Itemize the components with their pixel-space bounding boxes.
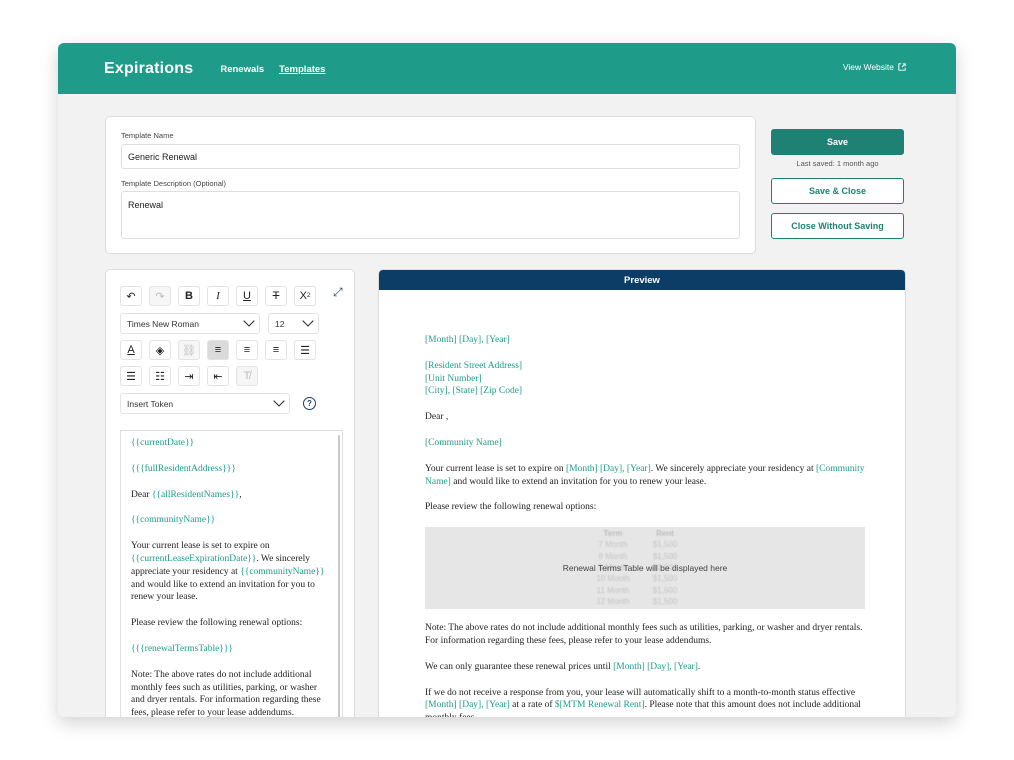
insert-token-label: Insert Token <box>127 398 174 409</box>
template-name-input[interactable]: Generic Renewal <box>121 144 740 169</box>
align-justify-icon[interactable]: ☰ <box>294 340 316 360</box>
chevron-down-icon <box>273 395 285 407</box>
font-family-select[interactable]: Times New Roman <box>120 313 260 334</box>
font-size-select[interactable]: 12 <box>268 313 319 334</box>
table-row: 8 Month $1,500 <box>598 551 678 561</box>
align-right-icon[interactable]: ≡ <box>265 340 287 360</box>
preview-text: . <box>697 661 701 672</box>
preview-text: and would like to extend an invitation f… <box>450 476 707 487</box>
expand-icon[interactable]: ⤢ <box>333 285 343 300</box>
token: {{communityName}} <box>131 515 216 526</box>
preview-content: [Month] [Day], [Year] [Resident Street A… <box>425 334 865 717</box>
view-website-link[interactable]: View Website <box>843 62 906 72</box>
top-bar: Expirations Renewals Templates View Webs… <box>58 43 956 94</box>
placeholder: [Month] [Day], [Year] <box>565 463 651 474</box>
indent-icon[interactable]: ⇥ <box>178 366 200 386</box>
nav-renewals[interactable]: Renewals <box>220 64 264 75</box>
token: {{allResidentNames}} <box>151 489 240 500</box>
editor-scrollbar[interactable] <box>338 435 340 717</box>
preview-text: at a rate of <box>509 700 555 711</box>
bullet-list-icon[interactable]: ☰ <box>120 366 142 386</box>
renewal-terms-placeholder: Term Rent 7 Month $1,500 8 Month $1,500 9 M… <box>425 527 865 610</box>
italic-icon[interactable]: I <box>207 286 229 306</box>
underline-icon[interactable]: U <box>236 286 258 306</box>
preview-text: Note: The above rates do not include add… <box>425 623 863 646</box>
placeholder: [Community Name] <box>425 437 502 448</box>
strikethrough-icon[interactable]: T <box>265 286 287 306</box>
save-button[interactable]: Save <box>771 129 904 155</box>
template-description-label: Template Description (Optional) <box>121 179 227 188</box>
insert-token-select[interactable]: Insert Token <box>120 393 290 414</box>
redo-icon[interactable]: ↷ <box>149 286 171 306</box>
token: {{currentLeaseExpirationDate}} <box>131 553 257 564</box>
placeholder: [Unit Number] <box>425 373 482 384</box>
editor-text: Note: The above rates do not include add… <box>131 669 321 717</box>
preview-text: Your current lease is set to expire on <box>425 463 566 474</box>
table-row: 7 Month $1,500 <box>598 540 678 550</box>
outdent-icon[interactable]: ⇤ <box>207 366 229 386</box>
placeholder: [Month] [Day], [Year] <box>425 700 510 711</box>
editor-text: and would like to extend an invitation f… <box>131 579 315 603</box>
chevron-down-icon <box>243 315 255 327</box>
app-window: Expirations Renewals Templates View Webs… <box>58 43 956 717</box>
preview-title: Preview <box>379 270 905 290</box>
external-link-icon <box>898 63 906 71</box>
chevron-down-icon <box>302 315 314 327</box>
preview-text: Please review the following renewal opti… <box>425 502 597 513</box>
view-website-label: View Website <box>842 62 894 72</box>
table-row: 10 Month $1,500 <box>596 574 678 584</box>
editor-text: , <box>239 489 242 500</box>
token: {{{fullResidentAddress}}} <box>131 463 236 474</box>
numbered-list-icon[interactable]: ☷ <box>149 366 171 386</box>
font-family-value: Times New Roman <box>127 318 199 329</box>
clear-format-icon[interactable]: T̸ <box>236 366 258 386</box>
template-name-label: Template Name <box>121 131 174 140</box>
editor-text: Dear <box>131 489 152 500</box>
placeholder: [Month] [Day], [Year] <box>613 661 698 672</box>
table-overlay-text: Renewal Terms Table will be displayed he… <box>562 563 728 574</box>
table-header-term: Term <box>603 529 623 539</box>
help-icon[interactable]: ? <box>303 397 316 410</box>
placeholder: [City], [State] [Zip Code] <box>425 386 523 397</box>
editor-content[interactable]: {{currentDate}} {{{fullResidentAddress}}… <box>120 430 343 717</box>
save-and-close-button[interactable]: Save & Close <box>771 178 904 204</box>
token: {{currentDate}} <box>131 438 195 448</box>
align-center-icon[interactable]: ≡ <box>236 340 258 360</box>
template-details-card: Template Name Generic Renewal Template D… <box>105 116 756 254</box>
editor-panel: ↶ ↷ B I U T X2 ⤢ Times New Roman 12 A ◈ … <box>105 269 355 717</box>
link-icon[interactable]: ⛓ <box>178 340 200 360</box>
close-without-saving-button[interactable]: Close Without Saving <box>771 213 904 239</box>
preview-text: If we do not receive a response from you… <box>425 687 856 698</box>
table-row: 12 Month $1,500 <box>596 596 678 606</box>
align-left-icon[interactable]: ≡ <box>207 340 229 360</box>
nav-templates[interactable]: Templates <box>279 64 325 75</box>
highlight-icon[interactable]: ◈ <box>149 340 171 360</box>
placeholder: [Resident Street Address] <box>425 360 523 371</box>
main-nav: Renewals Templates <box>220 64 325 75</box>
table-header-rent: Rent <box>656 529 674 539</box>
placeholder: [Month] [Day], [Year] <box>425 335 510 345</box>
token: {{communityName}} <box>240 566 325 577</box>
preview-panel: Preview [Month] [Day], [Year] [Resident … <box>378 269 906 717</box>
placeholder: $[MTM Renewal Rent] <box>554 700 645 711</box>
bold-icon[interactable]: B <box>178 286 200 306</box>
editor-text: Your current lease is set to expire on <box>131 541 270 552</box>
undo-icon[interactable]: ↶ <box>120 286 142 306</box>
token: {{{renewalTermsTable}}} <box>131 643 233 654</box>
table-row: 11 Month $1,500 <box>596 585 678 595</box>
template-description-input[interactable]: Renewal <box>121 191 740 239</box>
text-color-icon[interactable]: A <box>120 340 142 360</box>
preview-text: . We sincerely appreciate your residency… <box>650 463 816 474</box>
preview-text: We can only guarantee these renewal pric… <box>425 661 614 672</box>
app-title: Expirations <box>104 59 194 77</box>
superscript-icon[interactable]: X2 <box>294 286 316 306</box>
editor-text: Please review the following renewal opti… <box>131 618 303 629</box>
font-size-value: 12 <box>275 318 285 329</box>
last-saved-text: Last saved: 1 month ago <box>796 159 879 168</box>
preview-text: Dear , <box>425 412 449 423</box>
